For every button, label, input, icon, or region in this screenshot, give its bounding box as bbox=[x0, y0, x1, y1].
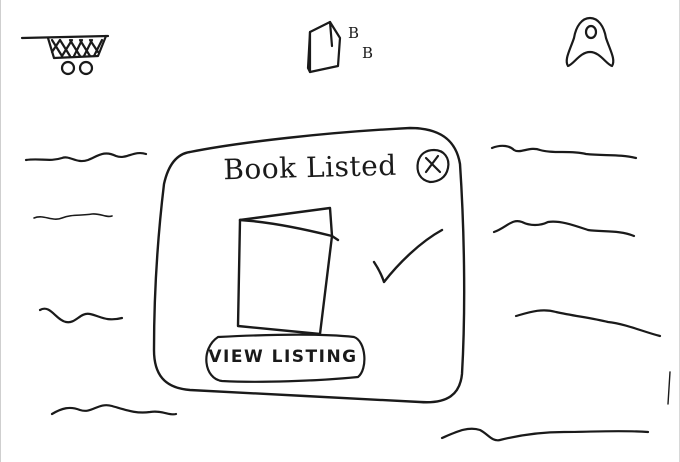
shopping-basket-icon[interactable] bbox=[18, 22, 114, 78]
view-listing-button[interactable]: VIEW LISTING bbox=[198, 329, 368, 385]
book-logo-icon[interactable]: B B bbox=[298, 16, 382, 74]
top-navigation: B B bbox=[0, 0, 680, 90]
book-image-icon bbox=[236, 206, 340, 336]
logo-letter: B bbox=[348, 24, 360, 42]
dialog-title: Book Listed bbox=[222, 148, 398, 187]
close-icon bbox=[416, 148, 450, 184]
user-avatar-icon[interactable] bbox=[560, 12, 620, 72]
logo-letter: B bbox=[362, 44, 374, 62]
close-button[interactable] bbox=[412, 146, 452, 186]
view-listing-label: VIEW LISTING bbox=[208, 347, 358, 367]
checkmark-icon bbox=[372, 228, 444, 284]
